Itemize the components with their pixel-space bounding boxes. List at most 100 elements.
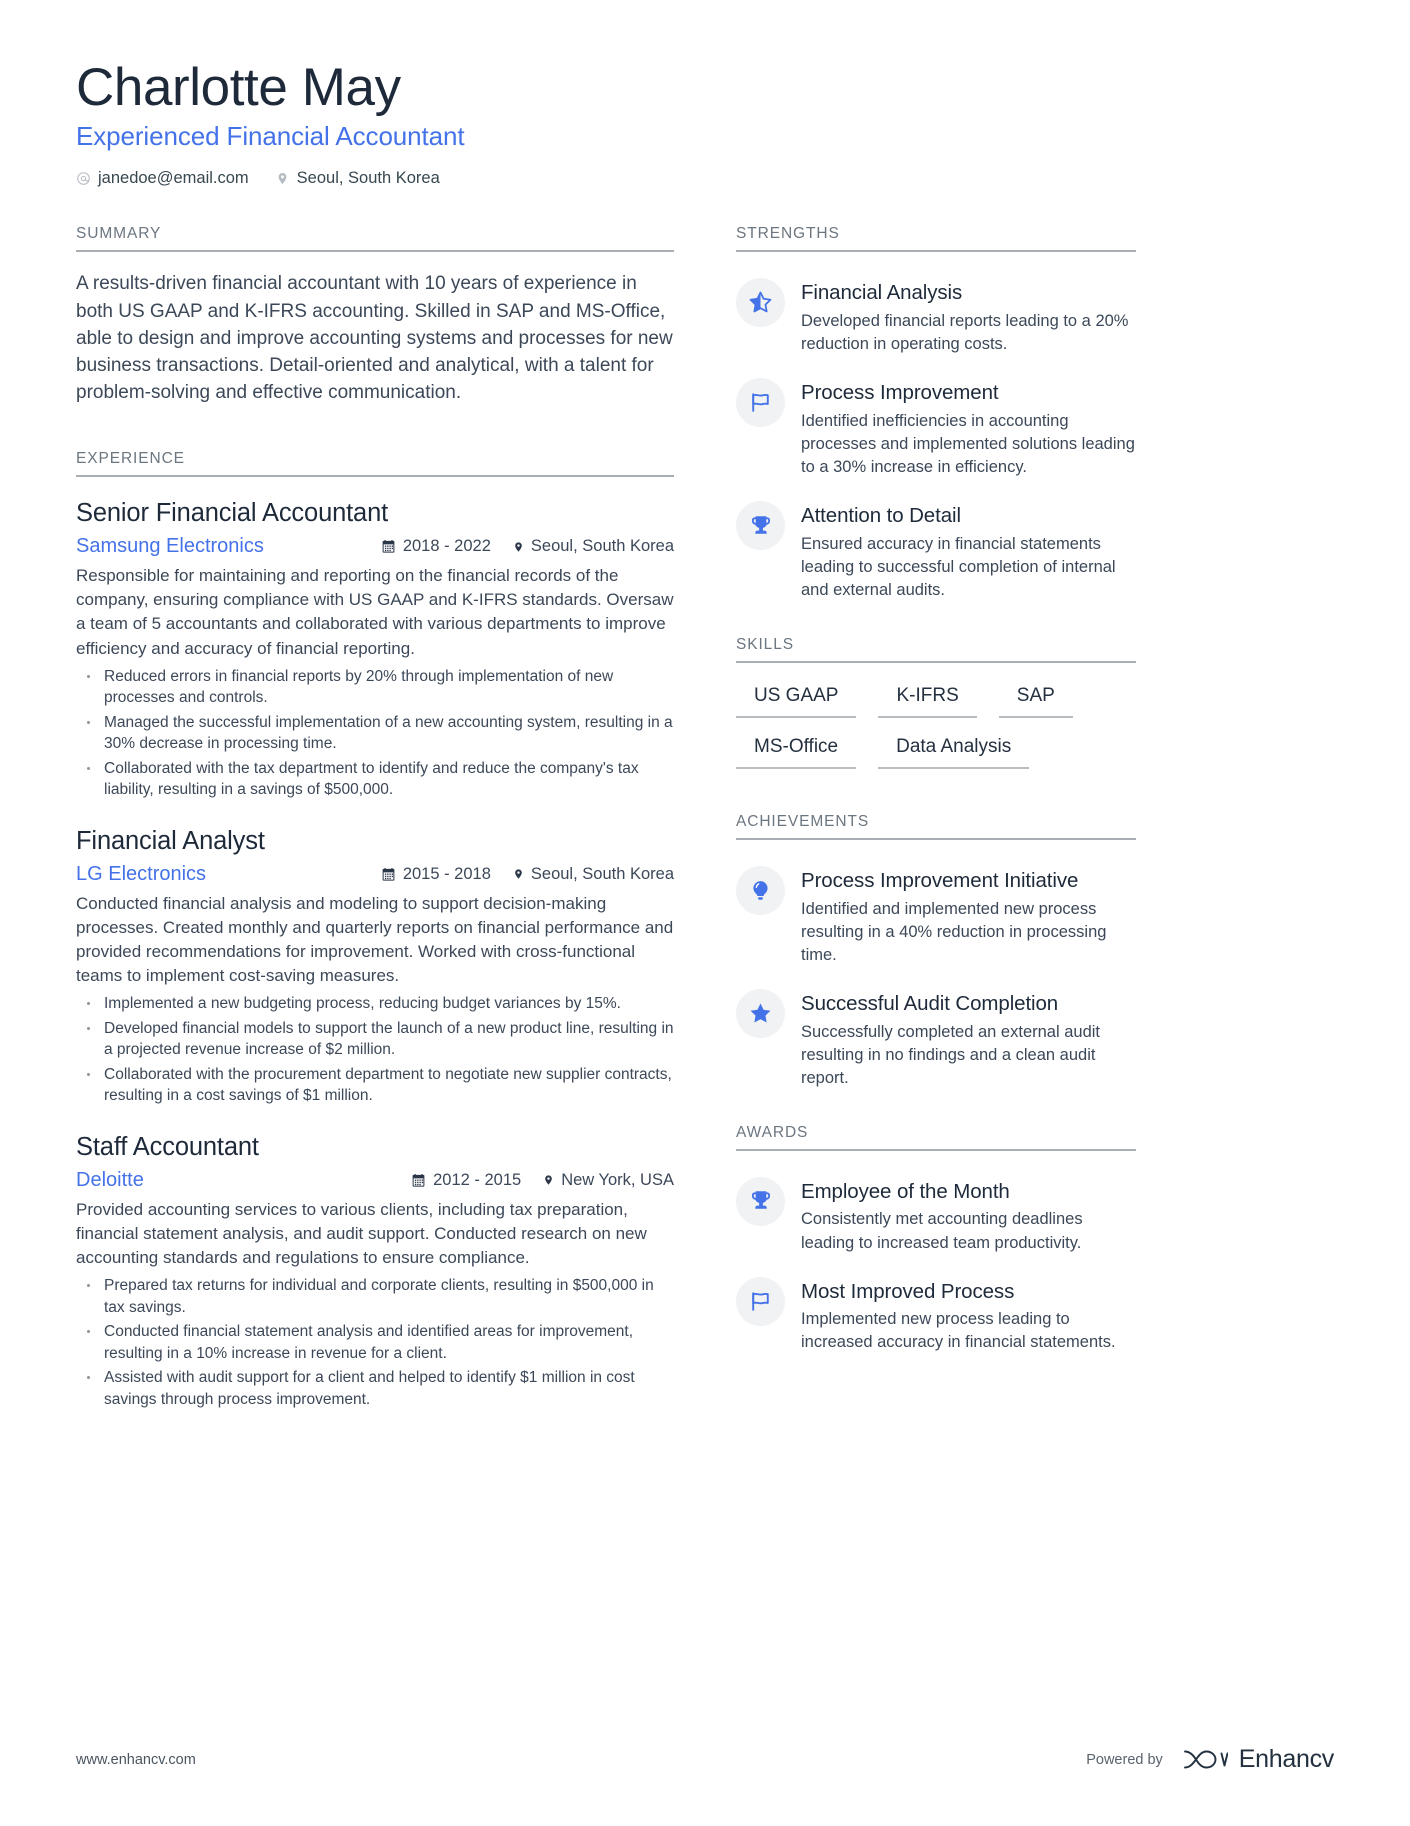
summary-text: A results-driven financial accountant wi… <box>76 273 673 403</box>
section-title-achievements: ACHIEVEMENTS <box>736 813 1136 840</box>
achievement-title: Process Improvement Initiative <box>801 868 1079 892</box>
experience-company[interactable]: Deloitte <box>76 1169 144 1192</box>
experience-location: New York, USA <box>543 1171 674 1190</box>
award-description: Implemented new process leading to incre… <box>801 1310 1116 1352</box>
list-item: Conducted financial statement analysis a… <box>76 1321 674 1364</box>
strength-title: Financial Analysis <box>801 281 963 305</box>
location-pin-icon <box>275 171 290 186</box>
skill-tag: Data Analysis <box>878 734 1030 769</box>
half-star-icon <box>736 278 785 328</box>
experience-bullets: Prepared tax returns for individual and … <box>76 1275 674 1410</box>
flag-outline-icon <box>736 1276 785 1326</box>
footer-website-url[interactable]: www.enhancv.com <box>76 1752 196 1768</box>
experience-item: Senior Financial Accountant Samsung Elec… <box>76 499 674 801</box>
experience-description: Provided accounting services to various … <box>76 1199 647 1268</box>
skills-list: US GAAP K-IFRS SAP MS-Office Data Analys… <box>736 663 1136 769</box>
award-description: Consistently met accounting deadlines le… <box>801 1210 1083 1252</box>
experience-bullets: Implemented a new budgeting process, red… <box>76 993 674 1107</box>
list-item: Developed financial models to support th… <box>76 1018 674 1061</box>
right-column: STRENGTHS Financial Analysis Developed f… <box>736 225 1136 1354</box>
page-footer: www.enhancv.com Powered by Enhancv <box>76 1745 1334 1774</box>
location-pin-icon <box>513 867 524 881</box>
powered-by-label: Powered by <box>1086 1751 1163 1768</box>
skill-tag: US GAAP <box>736 683 857 718</box>
contact-list: janedoe@email.com Seoul, South Korea <box>76 169 1334 188</box>
strength-item: Process Improvement Identified inefficie… <box>736 378 1136 479</box>
section-title-summary: SUMMARY <box>76 225 674 253</box>
section-title-awards: AWARDS <box>736 1124 1136 1151</box>
resume-header: Charlotte May Experienced Financial Acco… <box>76 58 1334 188</box>
contact-location-text: Seoul, South Korea <box>296 169 440 188</box>
lightbulb-icon <box>736 865 785 915</box>
trophy-icon <box>736 1176 785 1226</box>
experience-job-title: Financial Analyst <box>76 826 265 855</box>
list-item: Collaborated with the procurement depart… <box>76 1064 674 1107</box>
experience-company[interactable]: LG Electronics <box>76 863 206 886</box>
list-item: Prepared tax returns for individual and … <box>76 1275 674 1318</box>
experience-job-title: Senior Financial Accountant <box>76 499 389 528</box>
experience-location: Seoul, South Korea <box>513 865 674 884</box>
award-item: Most Improved Process Implemented new pr… <box>736 1276 1136 1355</box>
achievement-item: Process Improvement Initiative Identifie… <box>736 865 1136 967</box>
experience-location-text: Seoul, South Korea <box>530 864 674 883</box>
section-achievements: ACHIEVEMENTS Process Improvement Initiat… <box>736 813 1136 1090</box>
experience-item: Staff Accountant Deloitte 2012 - 2015 Ne… <box>76 1133 674 1411</box>
location-pin-icon <box>513 540 524 554</box>
achievement-description: Identified and implemented new process r… <box>801 899 1107 964</box>
strength-title: Attention to Detail <box>801 504 961 528</box>
list-item: Managed the successful implementation of… <box>76 712 674 755</box>
experience-location-text: Seoul, South Korea <box>530 537 674 556</box>
strength-title: Process Improvement <box>801 381 999 405</box>
page-title: Charlotte May <box>76 58 401 117</box>
section-experience: EXPERIENCE Senior Financial Accountant S… <box>76 450 674 1410</box>
experience-location: Seoul, South Korea <box>513 537 674 556</box>
experience-dates: 2012 - 2015 <box>411 1171 521 1190</box>
section-strengths: STRENGTHS Financial Analysis Developed f… <box>736 225 1136 602</box>
award-title: Most Improved Process <box>801 1279 1015 1303</box>
strength-description: Identified inefficiencies in accounting … <box>801 411 1135 476</box>
section-title-experience: EXPERIENCE <box>76 450 674 478</box>
list-item: Collaborated with the tax department to … <box>76 758 674 801</box>
experience-dates-text: 2012 - 2015 <box>433 1170 522 1189</box>
skill-tag: MS-Office <box>736 734 857 769</box>
experience-location-text: New York, USA <box>561 1170 674 1189</box>
calendar-icon <box>381 867 396 882</box>
award-item: Employee of the Month Consistently met a… <box>736 1176 1136 1255</box>
at-sign-icon <box>76 171 91 186</box>
list-item: Assisted with audit support for a client… <box>76 1367 674 1410</box>
flag-outline-icon <box>736 378 785 428</box>
skill-tag: SAP <box>998 683 1073 718</box>
left-column: SUMMARY A results-driven financial accou… <box>76 225 674 1410</box>
contact-email[interactable]: janedoe@email.com <box>76 169 249 188</box>
list-item: Implemented a new budgeting process, red… <box>76 993 674 1015</box>
experience-description: Responsible for maintaining and reportin… <box>76 566 674 658</box>
experience-bullets: Reduced errors in financial reports by 2… <box>76 666 674 801</box>
enhancv-logo-icon <box>1182 1746 1228 1773</box>
enhancv-brand[interactable]: Enhancv <box>1182 1745 1334 1774</box>
contact-location: Seoul, South Korea <box>275 169 440 188</box>
job-role-subtitle: Experienced Financial Accountant <box>76 121 465 152</box>
section-summary: SUMMARY A results-driven financial accou… <box>76 225 674 406</box>
experience-dates: 2015 - 2018 <box>381 865 491 884</box>
achievement-title: Successful Audit Completion <box>801 991 1059 1015</box>
contact-email-text: janedoe@email.com <box>98 169 249 188</box>
calendar-icon <box>381 539 396 554</box>
experience-company[interactable]: Samsung Electronics <box>76 535 264 558</box>
award-title: Employee of the Month <box>801 1179 1010 1203</box>
strength-description: Developed financial reports leading to a… <box>801 311 1129 354</box>
section-title-strengths: STRENGTHS <box>736 225 1136 253</box>
list-item: Reduced errors in financial reports by 2… <box>76 666 674 709</box>
achievement-description: Successfully completed an external audit… <box>801 1022 1100 1087</box>
trophy-icon <box>736 501 785 551</box>
section-skills: SKILLS US GAAP K-IFRS SAP MS-Office Data… <box>736 636 1136 769</box>
strength-item: Attention to Detail Ensured accuracy in … <box>736 501 1136 602</box>
skill-tag: K-IFRS <box>878 683 977 718</box>
experience-dates: 2018 - 2022 <box>381 537 491 556</box>
experience-description: Conducted financial analysis and modelin… <box>76 893 674 986</box>
location-pin-icon <box>543 1173 554 1187</box>
experience-dates-text: 2015 - 2018 <box>402 864 491 883</box>
calendar-icon <box>411 1173 426 1188</box>
strength-description: Ensured accuracy in financial statements… <box>801 534 1116 599</box>
experience-dates-text: 2018 - 2022 <box>402 537 491 556</box>
resume-page: Charlotte May Experienced Financial Acco… <box>0 0 1410 1826</box>
